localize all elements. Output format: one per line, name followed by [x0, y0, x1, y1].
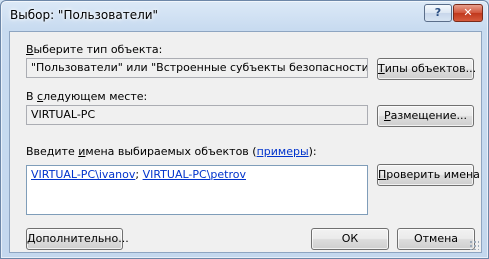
dialog-window: Выбор: "Пользователи" ? ✕ Выберите тип о…: [0, 0, 489, 259]
names-input[interactable]: VIRTUAL-PC\ivanov; VIRTUAL-PC\petrov: [26, 165, 368, 215]
close-icon: ✕: [463, 6, 473, 19]
object-type-field: "Пользователи" или "Встроенные субъекты …: [26, 58, 368, 78]
object-types-button[interactable]: Типы объектов...: [377, 58, 476, 80]
cancel-button[interactable]: Отмена: [397, 228, 475, 250]
advanced-button[interactable]: Дополнительно...: [26, 228, 129, 250]
object-type-label: Выберите тип объекта:: [26, 43, 163, 56]
window-title: Выбор: "Пользователи": [10, 8, 159, 22]
dialog-body: Выберите тип объекта: "Пользователи" или…: [9, 31, 482, 253]
location-field: VIRTUAL-PC: [26, 105, 368, 125]
ok-button[interactable]: ОК: [311, 228, 389, 250]
help-button[interactable]: ?: [424, 4, 452, 22]
close-button[interactable]: ✕: [453, 4, 483, 22]
resize-grip-icon[interactable]: [469, 240, 479, 250]
location-label: В следующем месте:: [26, 90, 148, 103]
title-bar[interactable]: Выбор: "Пользователи" ? ✕: [1, 1, 488, 31]
name-entry[interactable]: VIRTUAL-PC\petrov: [143, 168, 246, 181]
examples-link[interactable]: примеры: [257, 145, 309, 158]
names-label: Введите имена выбираемых объектов (приме…: [26, 145, 317, 158]
name-entry[interactable]: VIRTUAL-PC\ivanov: [31, 168, 135, 181]
locations-button[interactable]: Размещение...: [377, 105, 474, 127]
name-separator: ;: [135, 168, 143, 181]
help-icon: ?: [434, 6, 442, 19]
check-names-button[interactable]: Проверить имена: [377, 164, 480, 186]
